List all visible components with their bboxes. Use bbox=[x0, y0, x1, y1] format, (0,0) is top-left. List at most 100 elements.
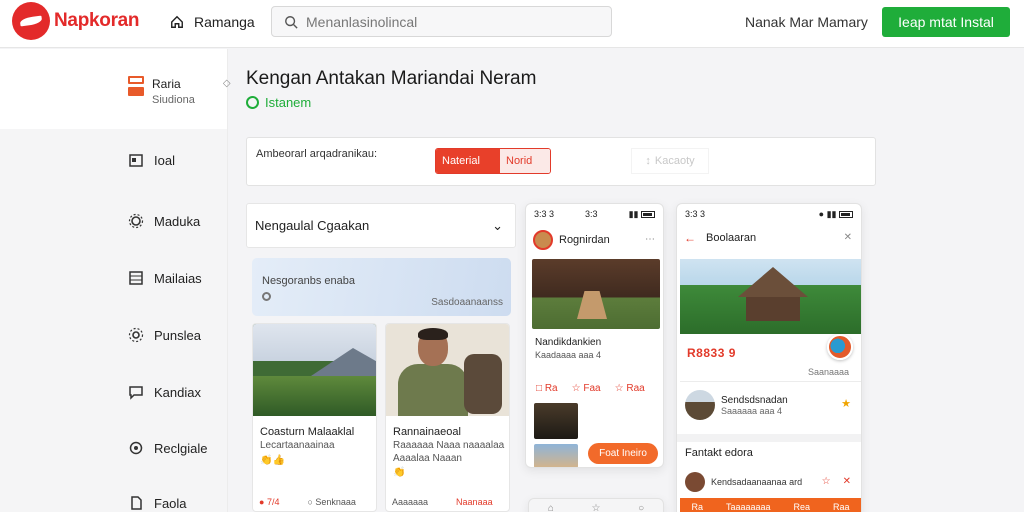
home-label: Ramanga bbox=[194, 14, 255, 30]
sidebar-profile[interactable]: Raria Siudiona ◇ bbox=[128, 76, 231, 108]
profile-name: Raria bbox=[152, 77, 181, 91]
post-subtitle: Raaaaaa Naaa naaaalaa bbox=[393, 440, 505, 451]
sidebar-item-ioal[interactable]: Ioal bbox=[128, 152, 175, 168]
star-icon[interactable]: ☆ bbox=[822, 476, 831, 487]
post-card[interactable]: Rannainaeoal Raaaaaa Naaa naaaalaa Aaaal… bbox=[385, 323, 510, 512]
gear-icon bbox=[128, 213, 144, 229]
star-action[interactable]: ☆ Faa bbox=[572, 383, 601, 394]
home-icon bbox=[171, 15, 183, 28]
sidebar-item-label: Maduka bbox=[154, 213, 201, 229]
sidebar-item-reclgiale[interactable]: Reclgiale bbox=[128, 440, 207, 456]
comment-button[interactable]: ○ Senknaaa bbox=[307, 497, 355, 507]
status-label: Istanem bbox=[265, 95, 312, 110]
post-image-person bbox=[386, 324, 509, 416]
bottom-bar-item[interactable]: Rea bbox=[793, 502, 810, 512]
bottom-bar-item[interactable]: Raa bbox=[833, 502, 850, 512]
avatar bbox=[685, 390, 715, 420]
post-title: Rannainaeoal bbox=[393, 426, 461, 438]
search-input[interactable] bbox=[306, 13, 596, 30]
account-link[interactable]: Nanak Mar Mamary bbox=[745, 14, 868, 30]
bottom-bar-item[interactable]: Ra bbox=[691, 502, 703, 512]
phone-more-link[interactable]: Saanaaaa bbox=[808, 367, 849, 377]
install-button[interactable]: Ieap mtat Instal bbox=[882, 7, 1010, 37]
battery-icon bbox=[839, 211, 853, 219]
camera-icon[interactable] bbox=[827, 334, 853, 360]
feed-dropdown[interactable]: Nengaulal Cgaakan ⌄ bbox=[246, 203, 516, 248]
filter-panel: Ambeorarl arqadranikau: Naterial Norid ↕… bbox=[246, 137, 876, 186]
favorite-action[interactable]: ☆ Raa bbox=[615, 383, 645, 394]
search-bar bbox=[271, 6, 612, 37]
profile-badge-icon bbox=[128, 76, 144, 104]
page-icon bbox=[131, 496, 142, 510]
post-card[interactable]: Coasturn Malaaklal Lecartaanaainaa 👏👍 ● … bbox=[252, 323, 377, 512]
profile-subtitle: Siudiona bbox=[152, 94, 195, 106]
comment-text: Kendsadaanaanaa ard bbox=[711, 477, 803, 487]
close-icon[interactable]: ✕ bbox=[844, 232, 852, 243]
filter-ghost-label: Kacaoty bbox=[654, 155, 695, 167]
home-link[interactable]: Ramanga bbox=[170, 14, 255, 30]
chevron-down-icon: ⌄ bbox=[492, 217, 503, 233]
phone-status-bar: 3:3 3 3:3 ▮▮ bbox=[534, 209, 655, 220]
divider bbox=[680, 381, 861, 382]
phone-actions: □ Ra ☆ Faa ☆ Raa bbox=[536, 383, 645, 394]
segment-inactive[interactable]: Norid bbox=[500, 149, 550, 173]
close-icon[interactable]: ✕ bbox=[843, 476, 851, 487]
phone-username: Rognirdan bbox=[559, 234, 610, 246]
host-subtitle: Saaaaaa aaa 4 bbox=[721, 405, 783, 416]
host-name: Sendsdsnadan bbox=[721, 394, 788, 406]
brand-mark-icon bbox=[12, 2, 50, 40]
sidebar-item-kandiax[interactable]: Kandiax bbox=[128, 384, 201, 400]
segment-active[interactable]: Naterial bbox=[436, 149, 500, 173]
favorite-icon[interactable]: ☆ bbox=[592, 503, 601, 512]
like-button[interactable]: Aaaaaaa bbox=[392, 497, 428, 507]
phone-post-header[interactable]: Rognirdan bbox=[533, 230, 610, 250]
feed-banner[interactable]: Nesgoranbs enaba Sasdoaanaanss bbox=[252, 258, 511, 316]
brand-logo[interactable]: Napkoran bbox=[12, 2, 140, 40]
phone-detail-image bbox=[680, 259, 861, 334]
sidebar-item-faola[interactable]: Faola bbox=[128, 495, 187, 511]
brand-name: Napkoran bbox=[54, 10, 140, 31]
info-icon bbox=[262, 292, 271, 301]
sidebar-item-label: Faola bbox=[154, 495, 187, 511]
phone-thumbnail[interactable] bbox=[534, 444, 578, 467]
phone-section-title: Fantakt edora bbox=[685, 447, 753, 459]
gear-icon bbox=[128, 327, 144, 343]
sidebar-item-punslea[interactable]: Punslea bbox=[128, 327, 201, 343]
comment-button[interactable]: Naanaaa bbox=[456, 497, 493, 507]
search-icon[interactable]: ○ bbox=[638, 503, 644, 512]
comment-action[interactable]: □ Ra bbox=[536, 383, 558, 394]
phone-mockup-feed: 3:3 3 3:3 ▮▮ Rognirdan ⋯ Nandikdankien K… bbox=[525, 203, 664, 468]
more-icon[interactable]: ⋯ bbox=[645, 234, 655, 245]
sidebar-item-mailaias[interactable]: Mailaias bbox=[128, 270, 202, 286]
post-title: Coasturn Malaaklal bbox=[260, 426, 355, 438]
chat-icon bbox=[129, 386, 143, 400]
filter-label: Ambeorarl arqadranikau: bbox=[256, 148, 378, 160]
sidebar-item-maduka[interactable]: Maduka bbox=[128, 213, 200, 229]
phone-price: R8833 9 bbox=[687, 346, 736, 360]
comment-row[interactable]: Kendsadaanaanaa ard bbox=[685, 472, 802, 492]
pin-icon: ↕ bbox=[645, 155, 651, 167]
sidebar-item-label: Reclgiale bbox=[154, 440, 208, 456]
back-arrow-icon[interactable]: ← bbox=[684, 231, 696, 245]
feed-panel: Nengaulal Cgaakan ⌄ Nesgoranbs enaba Sas… bbox=[246, 203, 516, 512]
sidebar: Raria Siudiona ◇ Ioal Maduka Mailaias Pu… bbox=[0, 49, 231, 512]
phone-caption-meta: Kaadaaaa aaa 4 bbox=[535, 350, 602, 360]
phone-caption: Nandikdankien bbox=[535, 337, 602, 348]
phone-mockup-detail: 3:3 3 ● ▮▮ ← Boolaaran ✕ R8833 9 Saanaaa… bbox=[676, 203, 862, 512]
phone-detail-title: Boolaaran bbox=[706, 232, 757, 244]
bottom-bar-item[interactable]: Taaaaaaaa bbox=[726, 502, 771, 512]
sidebar-item-label: Punslea bbox=[154, 327, 201, 343]
sidebar-item-label: Kandiax bbox=[154, 384, 201, 400]
host-row[interactable]: Sendsdsnadan Saaaaaa aaa 4 bbox=[685, 390, 788, 420]
home-icon[interactable]: ⌂ bbox=[548, 503, 554, 512]
phone-thumbnail[interactable] bbox=[534, 403, 578, 439]
divider bbox=[677, 434, 861, 442]
filter-ghost-option[interactable]: ↕ Kacaoty bbox=[631, 148, 709, 174]
phone-action-button[interactable]: Foat Ineiro bbox=[588, 443, 658, 464]
like-button[interactable]: ● 7/4 bbox=[259, 497, 279, 507]
star-icon[interactable]: ★ bbox=[841, 397, 851, 410]
battery-icon bbox=[640, 211, 655, 219]
banner-link[interactable]: Sasdoaanaanss bbox=[431, 297, 503, 308]
chevron-down-icon[interactable]: ◇ bbox=[223, 78, 231, 108]
settings-icon bbox=[129, 441, 143, 455]
